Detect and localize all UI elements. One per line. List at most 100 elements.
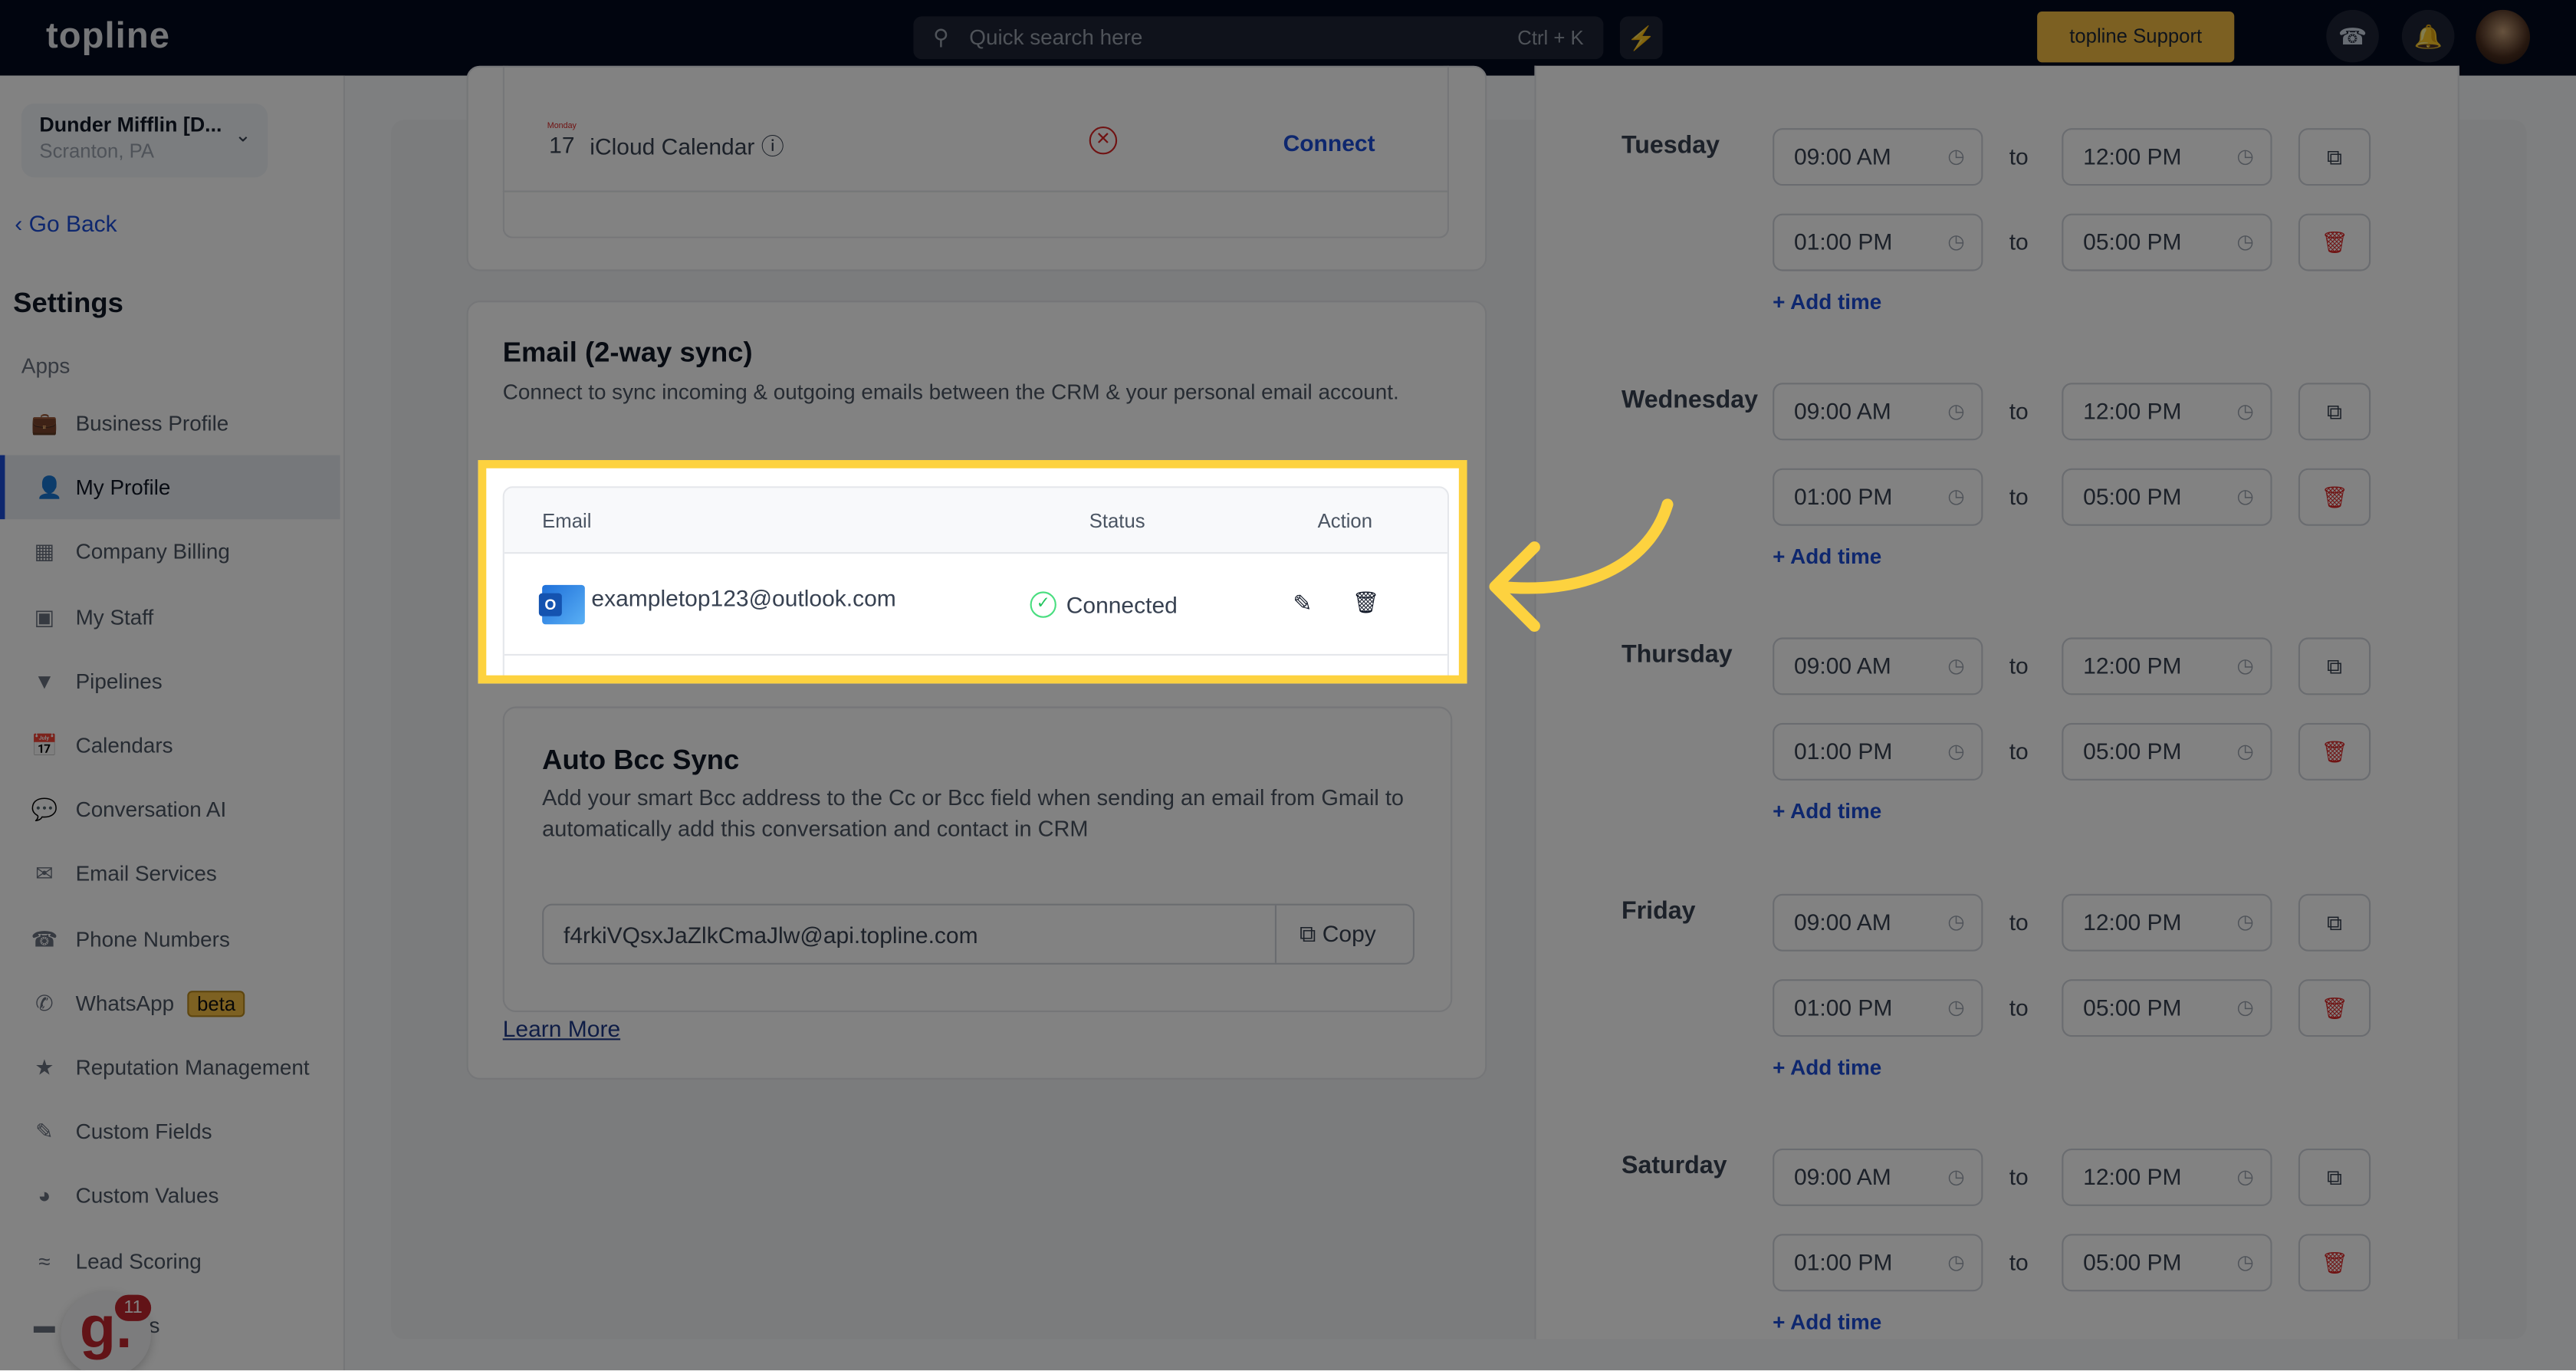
account-location: Scranton, PA [39, 140, 155, 163]
search-input[interactable]: ⚲ Quick search here Ctrl + K [913, 16, 1604, 60]
sidebar-item-my-profile[interactable]: 👤 My Profile [0, 455, 340, 520]
to-label: to [2009, 993, 2029, 1020]
start-time-input[interactable]: 01:00 PM ◷ [1773, 1233, 1983, 1291]
section-label: Apps [21, 353, 71, 378]
sidebar-item-conversation-ai[interactable]: 💬 Conversation AI [0, 778, 340, 842]
clock-icon: ◷ [2236, 230, 2254, 253]
sidebar-item-whatsapp[interactable]: ✆ WhatsApp beta [0, 971, 340, 1035]
support-button[interactable]: topline Support [2037, 12, 2235, 63]
sidebar-item-pipelines[interactable]: ▼ Pipelines [0, 649, 340, 713]
end-time-input[interactable]: 12:00 PM ◷ [2062, 128, 2272, 186]
top-nav: topline ⚲ Quick search here Ctrl + K ⚡ t… [0, 0, 2576, 76]
start-time: 09:00 AM [1794, 908, 1891, 935]
avatar[interactable] [2476, 9, 2530, 64]
copy-icon[interactable]: ⧉ [2298, 1148, 2371, 1206]
end-time: 05:00 PM [2083, 483, 2182, 510]
lightning-icon[interactable]: ⚡ [1619, 16, 1663, 60]
copy-icon[interactable]: ⧉ [2298, 383, 2371, 441]
bcc-address-field[interactable]: f4rkiVQsxJaZlkCmaJlw@api.topline.com ⧉ C… [542, 903, 1414, 965]
settings-title: Settings [13, 288, 123, 319]
chevron-left-icon: ‹ [15, 210, 29, 237]
start-time-input[interactable]: 01:00 PM ◷ [1773, 978, 1983, 1037]
end-time: 05:00 PM [2083, 1248, 2182, 1275]
sidebar-item-custom-fields[interactable]: ✎ Custom Fields [0, 1100, 340, 1164]
sidebar-item-label: Business Profile [75, 410, 229, 436]
copy-icon: ⧉ [1300, 920, 1316, 947]
add-time-button[interactable]: + Add time [1773, 1054, 1881, 1079]
start-time-input[interactable]: 09:00 AM ◷ [1773, 128, 1983, 186]
sidebar-item-email-services[interactable]: ✉ Email Services [0, 842, 340, 906]
go-back-label: Go Back [28, 210, 117, 237]
copy-icon[interactable]: ⧉ [2298, 638, 2371, 696]
end-time-input[interactable]: 12:00 PM ◷ [2062, 1148, 2272, 1206]
trash-icon[interactable]: 🗑 [2298, 723, 2371, 781]
sidebar-item-domains[interactable]: ▬Domains [0, 1293, 340, 1357]
sidebar-item-label: Custom Fields [75, 1119, 212, 1144]
start-time-input[interactable]: 01:00 PM ◷ [1773, 469, 1983, 527]
start-time-input[interactable]: 09:00 AM ◷ [1773, 893, 1983, 951]
end-time: 05:00 PM [2083, 228, 2182, 255]
copy-icon[interactable]: ⧉ [2298, 893, 2371, 951]
trash-icon[interactable]: 🗑 [2298, 213, 2371, 271]
start-time-input[interactable]: 09:00 AM ◷ [1773, 638, 1983, 696]
copy-icon[interactable]: ⧉ [2298, 128, 2371, 186]
copy-button[interactable]: ⧉ Copy [1274, 905, 1413, 963]
learn-more-link[interactable]: Learn More [503, 1015, 620, 1041]
add-time-button[interactable]: + Add time [1773, 289, 1881, 314]
start-time: 01:00 PM [1794, 993, 1893, 1020]
info-icon: ⓘ [761, 133, 784, 159]
add-time-button[interactable]: + Add time [1773, 544, 1881, 569]
start-time: 09:00 AM [1794, 653, 1891, 679]
bell-icon[interactable]: 🔔 [2401, 9, 2455, 63]
whatsapp-icon: ✆ [35, 990, 54, 1015]
start-time-input[interactable]: 01:00 PM ◷ [1773, 213, 1983, 271]
start-time-input[interactable]: 09:00 AM ◷ [1773, 1148, 1983, 1206]
auto-bcc-description: Add your smart Bcc address to the Cc or … [542, 785, 1405, 842]
end-time: 05:00 PM [2083, 738, 2182, 765]
connect-button[interactable]: Connect [1283, 130, 1375, 156]
sidebar-item-custom-values[interactable]: ◕ Custom Values [0, 1164, 340, 1228]
end-time: 12:00 PM [2083, 143, 2182, 169]
to-label: to [2009, 143, 2029, 169]
sidebar-item-label: Email Services [75, 861, 217, 886]
sidebar-item-lead-scoring[interactable]: ≈ Lead Scoring [0, 1228, 340, 1293]
trash-icon[interactable]: 🗑 [2298, 978, 2371, 1037]
end-time-input[interactable]: 12:00 PM ◷ [2062, 893, 2272, 951]
sidebar-item-my-staff[interactable]: ▣ My Staff [0, 584, 340, 649]
end-time-input[interactable]: 05:00 PM ◷ [2062, 1233, 2272, 1291]
sidebar-item-reputation-management[interactable]: ★ Reputation Management [0, 1035, 340, 1100]
divider [502, 190, 1449, 192]
trash-icon[interactable]: 🗑 [2298, 1233, 2371, 1291]
account-switcher[interactable]: Dunder Mifflin [D... Scranton, PA ⌄ [21, 104, 268, 178]
end-time-input[interactable]: 05:00 PM ◷ [2062, 978, 2272, 1037]
sidebar-item-label: My Profile [75, 475, 171, 500]
user-icon: 👤 [35, 475, 63, 500]
add-time-button[interactable]: + Add time [1773, 799, 1881, 824]
go-back-link[interactable]: ‹ Go Back [15, 210, 117, 236]
phone-icon[interactable]: ☎ [2326, 9, 2379, 63]
sidebar-item-business-profile[interactable]: 💼 Business Profile [0, 391, 340, 455]
sidebar-item-label: Phone Numbers [75, 926, 230, 951]
beta-badge: beta [187, 990, 246, 1017]
end-time-input[interactable]: 12:00 PM ◷ [2062, 638, 2272, 696]
trash-icon[interactable]: 🗑 [2298, 469, 2371, 527]
end-time-input[interactable]: 05:00 PM ◷ [2062, 469, 2272, 527]
sidebar-item-company-billing[interactable]: ▦ Company Billing [0, 520, 340, 584]
end-time-input[interactable]: 05:00 PM ◷ [2062, 213, 2272, 271]
clock-icon: ◷ [1947, 995, 1965, 1018]
to-label: to [2009, 1162, 2029, 1189]
sidebar-item-calendars[interactable]: 📅 Calendars [0, 713, 340, 778]
widget-count-badge: 11 [115, 1294, 152, 1321]
sidebar-item-label: Company Billing [75, 539, 230, 564]
add-time-button[interactable]: + Add time [1773, 1309, 1881, 1333]
end-time: 12:00 PM [2083, 653, 2182, 679]
end-time-input[interactable]: 12:00 PM ◷ [2062, 383, 2272, 441]
clock-icon: ◷ [1947, 1164, 1965, 1188]
start-time: 01:00 PM [1794, 228, 1893, 255]
start-time-input[interactable]: 01:00 PM ◷ [1773, 723, 1983, 781]
end-time-input[interactable]: 05:00 PM ◷ [2062, 723, 2272, 781]
start-time-input[interactable]: 09:00 AM ◷ [1773, 383, 1983, 441]
start-time: 01:00 PM [1794, 738, 1893, 765]
sidebar-item-phone-numbers[interactable]: ☎ Phone Numbers [0, 906, 340, 971]
start-time: 09:00 AM [1794, 143, 1891, 169]
